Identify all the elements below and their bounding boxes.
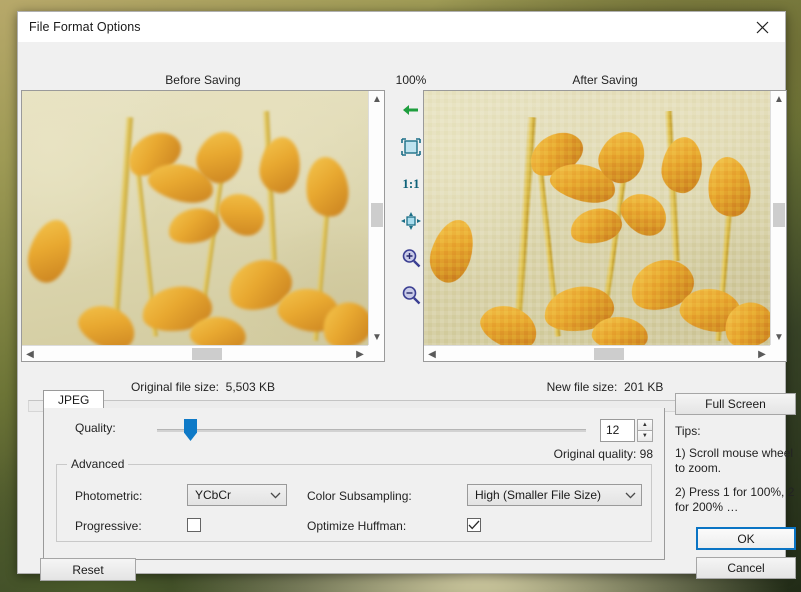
before-hscroll-thumb[interactable] xyxy=(192,348,222,360)
quality-spin-buttons: ▲ ▼ xyxy=(637,419,653,442)
after-saving-caption: After Saving xyxy=(423,73,787,87)
quality-label: Quality: xyxy=(75,421,116,435)
after-vscroll-thumb[interactable] xyxy=(773,203,785,227)
close-button[interactable] xyxy=(740,12,785,42)
full-screen-button[interactable]: Full Screen xyxy=(675,393,796,415)
before-vscroll-thumb[interactable] xyxy=(371,203,383,227)
title-bar: File Format Options xyxy=(18,12,785,42)
before-saving-preview[interactable]: ▲ ▼ ◀ ▶ xyxy=(21,90,385,362)
spin-up-icon[interactable]: ▲ xyxy=(637,419,653,431)
chevron-down-icon xyxy=(264,492,286,499)
file-format-options-dialog: File Format Options Before Saving 100% A… xyxy=(17,11,786,574)
scroll-down-icon[interactable]: ▼ xyxy=(369,329,385,345)
tip-1: 1) Scroll mouse wheel to zoom. xyxy=(675,446,797,475)
after-hscroll-thumb[interactable] xyxy=(594,348,624,360)
before-saving-caption: Before Saving xyxy=(21,73,385,87)
after-saving-preview[interactable]: ▲ ▼ ◀ ▶ xyxy=(423,90,787,362)
color-subsampling-label: Color Subsampling: xyxy=(307,489,412,503)
before-vertical-scrollbar[interactable]: ▲ ▼ xyxy=(368,91,384,345)
close-icon xyxy=(756,21,769,34)
spin-down-icon[interactable]: ▼ xyxy=(637,431,653,442)
before-scroll-corner xyxy=(368,345,384,361)
before-image-viewport[interactable] xyxy=(22,91,368,345)
progressive-checkbox[interactable] xyxy=(187,518,201,532)
optimize-huffman-checkbox[interactable] xyxy=(467,518,481,532)
scroll-up-icon[interactable]: ▲ xyxy=(771,91,787,107)
scroll-down-icon[interactable]: ▼ xyxy=(771,329,787,345)
photometric-value: YCbCr xyxy=(188,488,264,502)
scroll-right-icon[interactable]: ▶ xyxy=(352,346,368,362)
back-arrow-icon[interactable] xyxy=(399,98,423,122)
photometric-label: Photometric: xyxy=(75,489,142,503)
scroll-left-icon[interactable]: ◀ xyxy=(22,346,38,362)
advanced-groupbox-title: Advanced xyxy=(67,457,128,471)
actual-size-icon[interactable]: 1:1 xyxy=(399,172,423,196)
pan-icon[interactable] xyxy=(399,209,423,233)
before-horizontal-scrollbar[interactable]: ◀ ▶ xyxy=(22,345,368,361)
after-vertical-scrollbar[interactable]: ▲ ▼ xyxy=(770,91,786,345)
format-tabstrip: JPEG xyxy=(43,390,665,409)
progressive-label: Progressive: xyxy=(75,519,142,533)
color-subsampling-value: High (Smaller File Size) xyxy=(468,488,619,502)
scroll-left-icon[interactable]: ◀ xyxy=(424,346,440,362)
quality-stepper[interactable]: 12 ▲ ▼ xyxy=(600,419,653,442)
after-image-viewport[interactable] xyxy=(424,91,770,345)
after-scroll-corner xyxy=(770,345,786,361)
reset-button[interactable]: Reset xyxy=(40,558,136,581)
window-title: File Format Options xyxy=(18,20,141,34)
quality-slider-track[interactable] xyxy=(157,429,586,432)
zoom-in-icon[interactable] xyxy=(399,246,423,270)
tab-jpeg[interactable]: JPEG xyxy=(43,390,104,410)
chevron-down-icon xyxy=(619,492,641,499)
zoom-out-icon[interactable] xyxy=(399,283,423,307)
tip-2: 2) Press 1 for 100%, 2 for 200% … xyxy=(675,485,797,514)
tips-title: Tips: xyxy=(675,424,701,438)
photometric-select[interactable]: YCbCr xyxy=(187,484,287,506)
fit-to-window-icon[interactable] xyxy=(399,135,423,159)
advanced-groupbox: Advanced Photometric: YCbCr Color Subsam… xyxy=(56,464,652,542)
scroll-up-icon[interactable]: ▲ xyxy=(369,91,385,107)
ok-button[interactable]: OK xyxy=(696,527,796,550)
preview-zone: Before Saving 100% After Saving xyxy=(18,42,785,350)
checkmark-icon xyxy=(468,520,480,530)
color-subsampling-select[interactable]: High (Smaller File Size) xyxy=(467,484,642,506)
original-quality-text: Original quality: 98 xyxy=(428,447,653,461)
before-image xyxy=(22,91,368,345)
quality-input[interactable]: 12 xyxy=(600,419,635,442)
options-panel: JPEG Quality: 12 ▲ ▼ Original quality: 9… xyxy=(18,388,785,573)
cancel-button[interactable]: Cancel xyxy=(696,557,796,579)
optimize-huffman-label: Optimize Huffman: xyxy=(307,519,406,533)
scroll-right-icon[interactable]: ▶ xyxy=(754,346,770,362)
after-image xyxy=(424,91,770,345)
after-horizontal-scrollbar[interactable]: ◀ ▶ xyxy=(424,345,770,361)
